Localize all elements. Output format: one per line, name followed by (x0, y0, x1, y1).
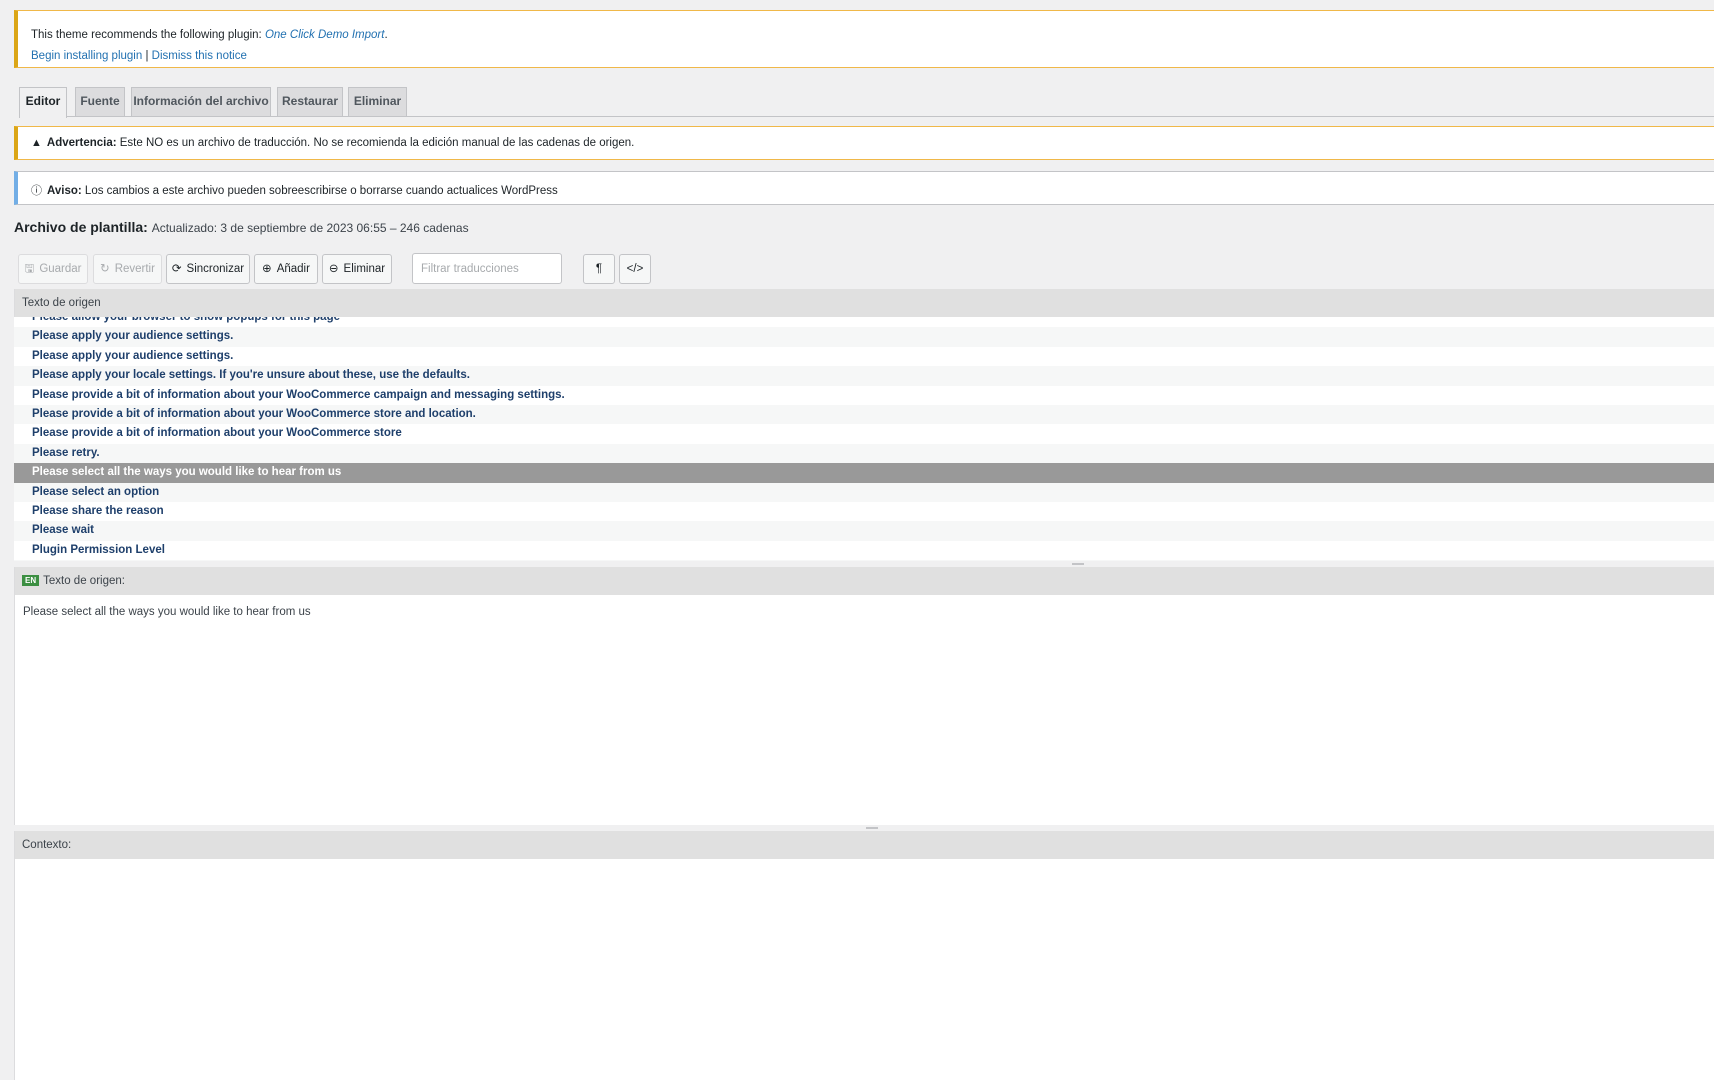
list-item[interactable]: Please select an option (14, 482, 1714, 502)
file-meta: Actualizado: 3 de septiembre de 2023 06:… (151, 221, 469, 235)
info-icon: ⓘ (31, 185, 42, 197)
list-item[interactable]: Please provide a bit of information abou… (14, 404, 1714, 425)
warning-notice: ▲ Advertencia: Este NO es un archivo de t… (14, 126, 1714, 160)
list-item[interactable]: Please select all the ways you would lik… (14, 463, 1714, 483)
tab-editor[interactable]: Editor (19, 87, 67, 118)
plugin-notice-period: . (384, 29, 388, 41)
list-item[interactable]: Please share the reason (14, 502, 1714, 521)
begin-installing-plugin-link[interactable]: Begin installing plugin (31, 50, 142, 62)
link-separator: | (142, 50, 152, 62)
info-text: Los cambios a este archivo pueden sobree… (81, 185, 558, 197)
revert-icon: ↻ (100, 263, 110, 275)
list-item[interactable]: Please apply your audience settings. (14, 347, 1714, 366)
filter-translations-input[interactable] (412, 253, 562, 284)
list-item[interactable]: Please apply your locale settings. If yo… (14, 366, 1714, 386)
page-title: Archivo de plantilla: Actualizado: 3 de … (14, 219, 469, 235)
code-toggle-button[interactable]: </> (619, 254, 651, 284)
delete-button[interactable]: ⊖ Eliminar (322, 254, 392, 284)
plugin-recommendation-notice: This theme recommends the following plug… (14, 10, 1714, 68)
source-text-content[interactable]: Please select all the ways you would lik… (15, 595, 1714, 618)
pilcrow-toggle-button[interactable]: ¶ (583, 254, 615, 284)
list-item[interactable]: Please wait (14, 521, 1714, 541)
tab-restore[interactable]: Restaurar (277, 87, 343, 116)
save-button[interactable]: 🖫 Guardar (18, 254, 88, 284)
add-button[interactable]: ⊕ Añadir (254, 254, 318, 284)
source-strings-list[interactable]: Please allow your browser to show popups… (14, 317, 1714, 562)
dismiss-notice-link[interactable]: Dismiss this notice (152, 50, 247, 62)
pilcrow-icon: ¶ (595, 263, 603, 275)
list-item[interactable]: Please retry. (14, 443, 1714, 464)
context-panel: Contexto: (14, 831, 1714, 1080)
revert-button[interactable]: ↻ Revertir (93, 254, 162, 284)
file-tabs: Editor Fuente Información del archivo Re… (19, 87, 1714, 118)
template-file-label: Archivo de plantilla: (14, 219, 148, 235)
list-item[interactable]: Please allow your browser to show popups… (14, 317, 1714, 327)
plugin-notice-text: This theme recommends the following plug… (31, 29, 265, 41)
source-text-header: Texto de origen: (43, 575, 125, 587)
info-notice: ⓘ Aviso: Los cambios a este archivo puede… (14, 171, 1714, 205)
sync-button[interactable]: ⟳ Sincronizar (166, 254, 250, 284)
save-icon: 🖫 (24, 263, 35, 275)
tab-fuente[interactable]: Fuente (75, 87, 125, 116)
info-label: Aviso: (47, 185, 82, 197)
english-flag-badge: EN (22, 575, 40, 587)
warning-text: Este NO es un archivo de traducción. No … (116, 137, 635, 149)
list-item[interactable]: Plugin Permission Level (14, 541, 1714, 560)
list-item[interactable]: Please apply your audience settings. (14, 327, 1714, 347)
warning-icon: ▲ (31, 137, 42, 149)
list-item[interactable]: Please provide a bit of information abou… (14, 386, 1714, 405)
resize-grip[interactable] (1072, 563, 1084, 565)
delete-icon: ⊖ (328, 263, 339, 275)
warning-label: Advertencia: (46, 137, 117, 149)
tab-file-info[interactable]: Información del archivo (131, 87, 271, 116)
source-list-header: Texto de origen (14, 289, 1714, 317)
tab-delete[interactable]: Eliminar (348, 87, 407, 116)
sync-icon: ⟳ (171, 263, 182, 275)
plugin-name-link[interactable]: One Click Demo Import (265, 29, 385, 41)
source-list-title: Texto de origen (15, 289, 1714, 317)
context-header: Contexto: (15, 831, 1714, 859)
source-text-panel: EN Texto de origen: Please select all the… (14, 567, 1714, 825)
code-icon: </> (626, 263, 644, 275)
list-item[interactable]: Please provide a bit of information abou… (14, 424, 1714, 443)
resize-grip[interactable] (866, 827, 878, 829)
add-icon: ⊕ (262, 263, 272, 275)
